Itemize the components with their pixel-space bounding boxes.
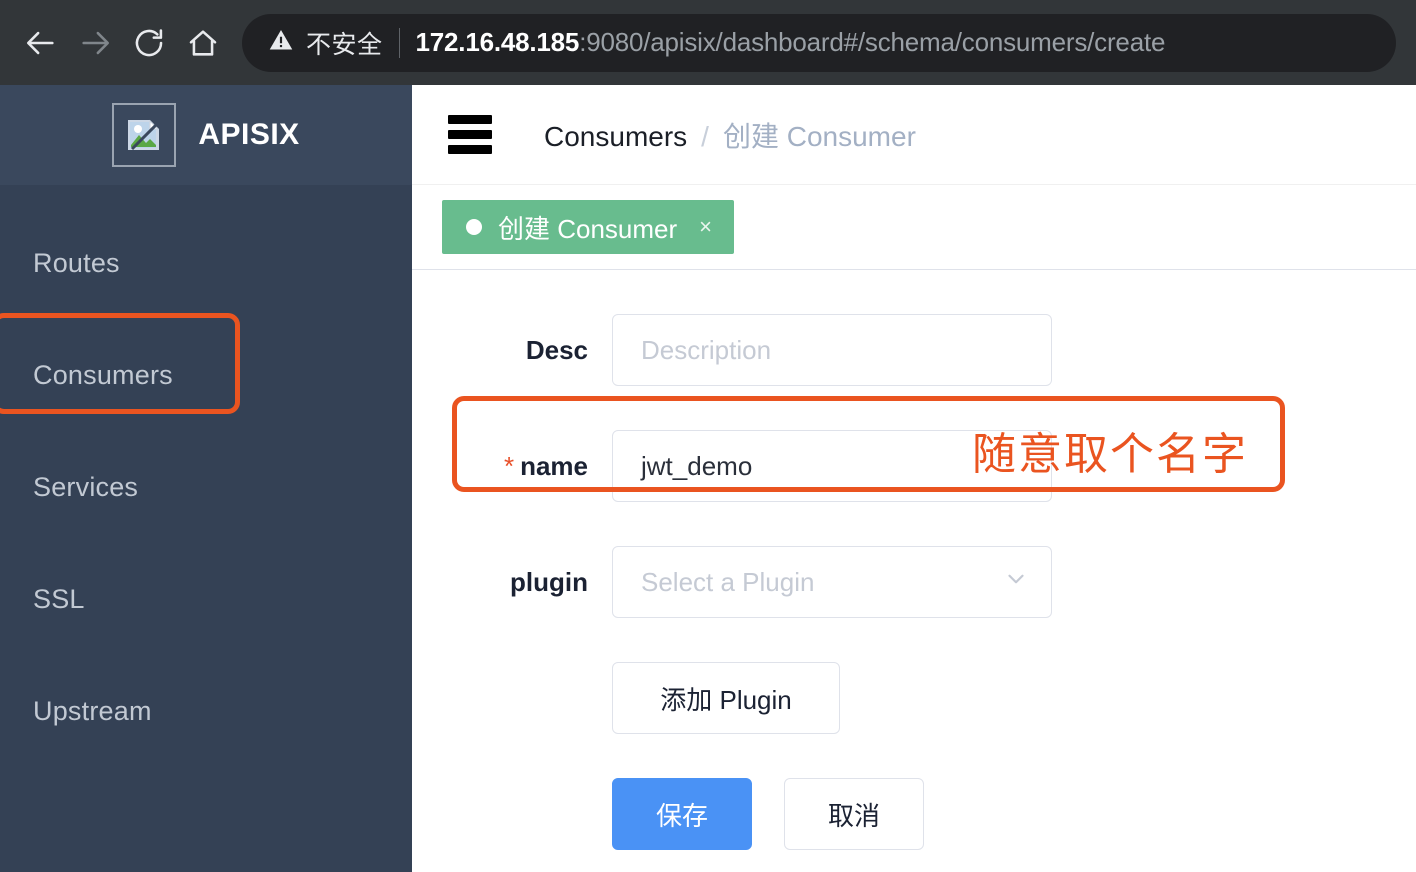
chevron-down-icon[interactable]	[1003, 566, 1029, 599]
name-value: jwt_demo	[641, 450, 753, 481]
tab-label: 创建 Consumer	[498, 213, 678, 244]
add-plugin-button[interactable]: 添加 Plugin	[612, 662, 840, 734]
page-header: Consumers / 创建 Consumer	[412, 85, 1416, 185]
hamburger-menu-icon[interactable]	[448, 115, 492, 154]
plugin-label: plugin	[510, 567, 588, 597]
sidebar-item-ssl[interactable]: SSL	[0, 543, 412, 655]
form-row-actions: 保存 取消	[412, 778, 1416, 850]
tab-bar: 创建 Consumer ×	[412, 185, 1416, 270]
forward-button[interactable]	[68, 16, 122, 70]
sidebar-item-routes[interactable]: Routes	[0, 207, 412, 319]
sidebar-nav: Routes Consumers Services SSL Upstream	[0, 185, 412, 767]
reload-button[interactable]	[122, 16, 176, 70]
back-button[interactable]	[14, 16, 68, 70]
breadcrumb: Consumers / 创建 Consumer	[544, 115, 916, 155]
desc-placeholder: Description	[641, 334, 772, 365]
sidebar-item-label: SSL	[33, 583, 85, 614]
plugin-select[interactable]: Select a Plugin	[612, 546, 1052, 618]
consumer-form: Desc Description * name jwt_demo plugin S…	[412, 270, 1416, 850]
save-button[interactable]: 保存	[612, 778, 752, 850]
name-input[interactable]: jwt_demo	[612, 430, 1052, 502]
url-text: 172.16.48.185:9080/apisix/dashboard#/sch…	[416, 27, 1166, 58]
arrow-right-icon	[78, 26, 112, 60]
name-label: * name	[412, 430, 612, 502]
main-content: Consumers / 创建 Consumer 创建 Consumer × De…	[412, 85, 1416, 872]
sidebar-item-label: Routes	[33, 247, 120, 278]
form-row-add-plugin: 添加 Plugin	[412, 662, 1416, 734]
close-icon[interactable]: ×	[699, 214, 712, 240]
home-button[interactable]	[176, 16, 230, 70]
url-path: :9080/apisix/dashboard#/schema/consumers…	[579, 27, 1166, 57]
status-dot-icon	[466, 219, 482, 235]
broken-image-icon	[112, 103, 177, 167]
address-bar[interactable]: 不安全 172.16.48.185:9080/apisix/dashboard#…	[242, 13, 1396, 72]
form-row-plugin: plugin Select a Plugin	[412, 546, 1416, 618]
cancel-button[interactable]: 取消	[784, 778, 924, 850]
security-status-label: 不安全	[306, 30, 383, 59]
plugin-placeholder: Select a Plugin	[641, 566, 815, 597]
browser-window: 不安全 172.16.48.185:9080/apisix/dashboard#…	[0, 0, 1416, 872]
form-row-name: * name jwt_demo	[412, 430, 1416, 502]
url-host: 172.16.48.185	[415, 27, 580, 57]
reload-icon	[132, 26, 166, 60]
browser-toolbar: 不安全 172.16.48.185:9080/apisix/dashboard#…	[0, 0, 1416, 85]
omnibox-divider	[398, 27, 400, 58]
breadcrumb-separator: /	[701, 120, 709, 152]
sidebar-item-label: Upstream	[33, 695, 152, 726]
tab-create-consumer[interactable]: 创建 Consumer ×	[442, 200, 735, 254]
required-marker: *	[503, 451, 515, 481]
name-label-text: name	[520, 451, 588, 481]
brand-name: APISIX	[198, 118, 300, 151]
sidebar-item-services[interactable]: Services	[0, 431, 412, 543]
sidebar-brand-header[interactable]: APISIX	[0, 85, 412, 185]
form-row-desc: Desc Description	[412, 314, 1416, 386]
arrow-left-icon	[24, 26, 58, 60]
home-icon	[186, 26, 220, 60]
sidebar-item-consumers[interactable]: Consumers	[0, 319, 412, 431]
sidebar-item-upstream[interactable]: Upstream	[0, 655, 412, 767]
sidebar-item-label: Consumers	[33, 359, 173, 390]
breadcrumb-parent[interactable]: Consumers	[544, 121, 687, 153]
desc-label: Desc	[525, 335, 588, 365]
sidebar-item-label: Services	[33, 471, 139, 502]
sidebar: APISIX Routes Consumers Services SSL Ups…	[0, 85, 412, 872]
warning-triangle-icon	[268, 27, 294, 58]
breadcrumb-current: 创建 Consumer	[722, 120, 916, 152]
desc-input[interactable]: Description	[612, 314, 1052, 386]
